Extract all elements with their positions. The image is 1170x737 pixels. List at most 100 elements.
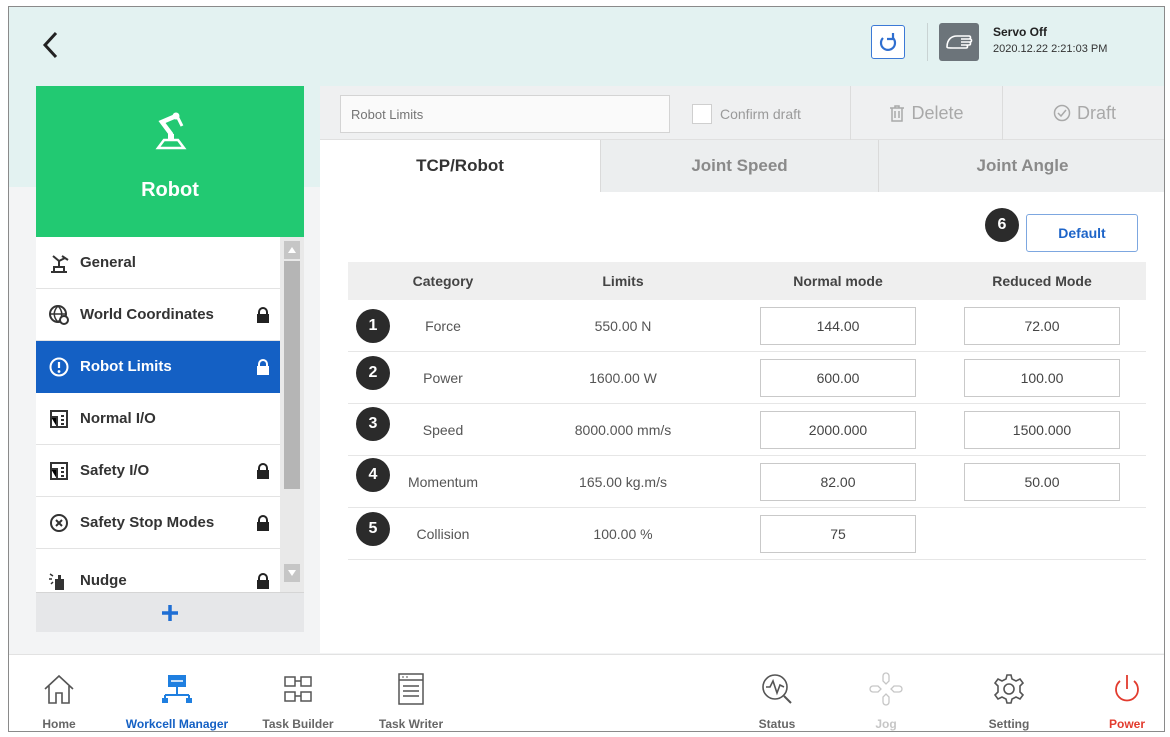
nav-label: Setting (988, 717, 1030, 731)
nav-home[interactable]: Home (29, 655, 89, 731)
sidebar-list: General World Coordinates Robot Limits N… (36, 237, 304, 592)
category-cell: Power (423, 369, 463, 386)
normal-mode-input[interactable] (760, 410, 916, 449)
tab-tcp-robot[interactable]: TCP/Robot (320, 140, 600, 192)
nav-label: Task Builder (262, 717, 334, 731)
confirm-draft-label: Confirm draft (720, 106, 801, 122)
robot-category-header[interactable]: Robot (36, 86, 304, 237)
sidebar-item-safety-io[interactable]: Safety I/O (36, 445, 280, 497)
table-row: 5 Collision 100.00 % (348, 508, 1146, 560)
nav-power[interactable]: Power (1097, 655, 1157, 731)
trash-icon (890, 105, 905, 122)
lock-icon (257, 573, 269, 589)
category-cell: Speed (422, 421, 464, 438)
scroll-up-button[interactable] (284, 241, 300, 259)
action-bar: Confirm draft Delete Draft (320, 86, 1164, 140)
nav-setting[interactable]: Setting (979, 655, 1039, 731)
sidebar-scrollbar[interactable] (280, 237, 304, 592)
sidebar-item-label: Normal I/O (80, 410, 156, 427)
sidebar-item-world-coordinates[interactable]: World Coordinates (36, 289, 280, 341)
sidebar-item-nudge[interactable]: Nudge (36, 555, 280, 592)
scrollbar-thumb[interactable] (284, 261, 300, 489)
task-builder-icon (278, 669, 318, 709)
nav-label: Power (1108, 717, 1145, 731)
nav-label: Home (42, 717, 76, 731)
draft-label: Draft (1076, 102, 1116, 123)
nav-label: Jog (875, 717, 897, 731)
nav-jog[interactable]: Jog (861, 655, 911, 731)
sidebar-item-label: Safety Stop Modes (80, 514, 215, 531)
main-panel: Confirm draft Delete Draft TCP/Robot Joi… (320, 86, 1164, 653)
limit-cell: 550.00 N (594, 317, 652, 334)
sidebar-item-label: World Coordinates (80, 306, 214, 323)
lock-icon (257, 515, 269, 531)
servo-button[interactable] (939, 23, 979, 61)
draft-button[interactable]: Draft (1002, 86, 1164, 140)
check-circle-icon (1053, 104, 1071, 122)
config-name-input[interactable] (340, 95, 670, 133)
home-icon (39, 669, 79, 709)
add-button[interactable] (36, 592, 304, 632)
workcell-icon (157, 669, 197, 709)
robot-base-icon (48, 252, 70, 274)
delete-button[interactable]: Delete (850, 86, 1002, 140)
app-window: Servo Off 2020.12.22 2:21:03 PM Robot Ge… (8, 6, 1165, 732)
sidebar-item-label: Safety I/O (80, 462, 150, 479)
plus-icon (162, 604, 178, 621)
jog-icon (866, 669, 906, 709)
reduced-mode-input[interactable] (964, 462, 1120, 501)
sidebar-item-safety-stop-modes[interactable]: Safety Stop Modes (36, 497, 280, 549)
nav-status[interactable]: Status (747, 655, 807, 731)
reduced-mode-input[interactable] (964, 410, 1120, 449)
table-row: 1 Force 550.00 N (348, 300, 1146, 352)
bottom-navigation: Home Workcell Manager Task Builder Task … (9, 654, 1164, 731)
back-button[interactable] (35, 27, 65, 63)
tab-joint-speed[interactable]: Joint Speed (600, 140, 878, 192)
hand-icon (946, 35, 973, 49)
gear-icon (989, 669, 1029, 709)
tab-joint-angle[interactable]: Joint Angle (878, 140, 1164, 192)
nav-label: Task Writer (378, 717, 444, 731)
refresh-button[interactable] (871, 25, 905, 59)
tab-bar: TCP/Robot Joint Speed Joint Angle (320, 140, 1164, 192)
normal-mode-input[interactable] (760, 462, 916, 501)
io-port-icon (48, 460, 70, 482)
limit-cell: 165.00 kg.m/s (579, 473, 667, 490)
sidebar-item-robot-limits[interactable]: Robot Limits (36, 341, 280, 393)
confirm-draft-checkbox[interactable]: Confirm draft (692, 104, 801, 124)
nav-task-builder[interactable]: Task Builder (253, 655, 343, 731)
reduced-mode-input[interactable] (964, 358, 1120, 397)
column-header-category: Category (412, 273, 474, 289)
normal-mode-input[interactable] (760, 514, 916, 553)
normal-mode-input[interactable] (760, 358, 916, 397)
triangle-down-icon (288, 570, 296, 576)
x-circle-icon (48, 512, 70, 534)
column-header-limits: Limits (602, 273, 644, 289)
refresh-icon (879, 33, 897, 51)
sidebar-item-label: Robot Limits (80, 358, 172, 375)
category-cell: Collision (416, 525, 470, 542)
robot-category-label: Robot (141, 179, 199, 201)
normal-mode-input[interactable] (760, 306, 916, 345)
sidebar-item-label: Nudge (80, 572, 127, 589)
nav-label: Status (758, 717, 796, 731)
default-button[interactable]: Default (1026, 214, 1138, 252)
nav-workcell-manager[interactable]: Workcell Manager (115, 655, 239, 731)
lock-icon (257, 463, 269, 479)
callout-badge: 6 (985, 208, 1019, 242)
reduced-mode-input[interactable] (964, 306, 1120, 345)
category-cell: Momentum (407, 473, 479, 490)
header-divider (927, 23, 928, 61)
scroll-down-button[interactable] (284, 564, 300, 582)
sidebar-item-general[interactable]: General (36, 237, 280, 289)
column-header-reduced-mode: Reduced Mode (992, 273, 1092, 289)
sidebar-item-normal-io[interactable]: Normal I/O (36, 393, 280, 445)
lock-icon (257, 359, 269, 375)
nav-task-writer[interactable]: Task Writer (373, 655, 449, 731)
datetime-text: 2020.12.22 2:21:03 PM (993, 43, 1108, 55)
chevron-left-icon (42, 31, 58, 59)
checkbox-box[interactable] (692, 104, 712, 124)
robot-arm-icon (155, 112, 187, 150)
task-writer-icon (391, 669, 431, 709)
sidebar-item-label: General (80, 254, 136, 271)
